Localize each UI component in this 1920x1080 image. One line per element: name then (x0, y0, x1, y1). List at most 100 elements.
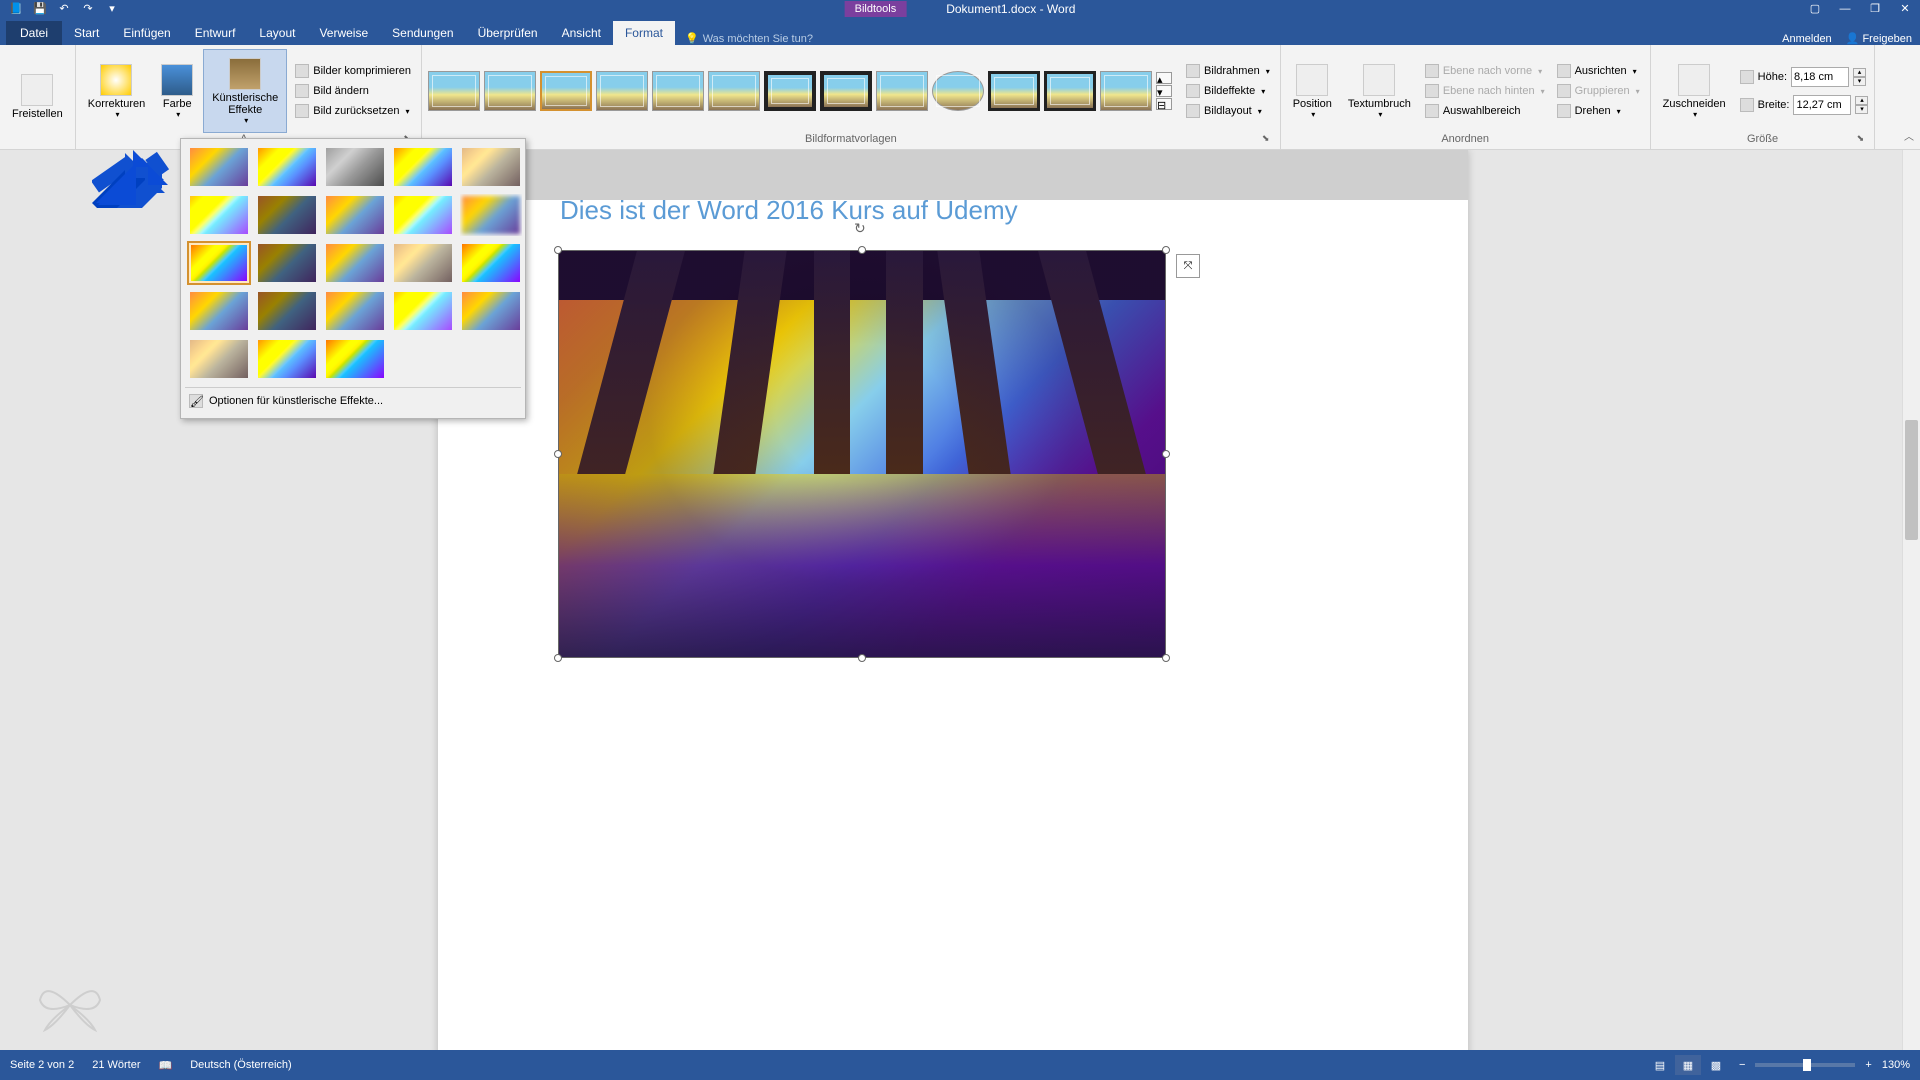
auswahlbereich-button[interactable]: Auswahlbereich (1421, 102, 1549, 120)
picture-styles-gallery[interactable]: ▴▾⊟ (428, 49, 1172, 133)
word-count[interactable]: 21 Wörter (92, 1059, 140, 1072)
tab-ueberpruefen[interactable]: Überprüfen (466, 21, 550, 45)
ribbon-display-options[interactable]: ▢ (1800, 0, 1830, 17)
ausrichten-button[interactable]: Ausrichten▾ (1553, 62, 1644, 80)
style-thumb-4[interactable] (596, 71, 648, 111)
resize-handle-bl[interactable] (554, 654, 562, 662)
word-icon[interactable]: 📘 (8, 1, 24, 17)
tab-file[interactable]: Datei (6, 21, 62, 45)
effect-photocopy[interactable] (255, 337, 319, 381)
scrollbar-thumb[interactable] (1905, 420, 1918, 540)
effect-line-drawing[interactable] (459, 145, 523, 189)
style-thumb-10[interactable] (932, 71, 984, 111)
height-spinner-down[interactable]: ▾ (1853, 77, 1866, 86)
zoom-in-button[interactable]: + (1865, 1059, 1871, 1071)
effect-pencil-sketch[interactable] (391, 145, 455, 189)
effect-paint-strokes[interactable] (255, 193, 319, 237)
effect-film-grain[interactable] (323, 241, 387, 285)
close-button[interactable]: ✕ (1890, 0, 1920, 17)
dialog-launcher-icon[interactable]: ⬊ (1854, 133, 1866, 145)
zuschneiden-button[interactable]: Zuschneiden ▾ (1657, 49, 1732, 133)
resize-handle-tl[interactable] (554, 246, 562, 254)
bildlayout-button[interactable]: Bildlayout▾ (1182, 102, 1274, 120)
dialog-launcher-icon[interactable]: ⬊ (1260, 133, 1272, 145)
bild-aendern-button[interactable]: Bild ändern (291, 82, 415, 100)
gallery-more-button[interactable]: ▴▾⊟ (1156, 72, 1172, 110)
tab-entwurf[interactable]: Entwurf (183, 21, 248, 45)
style-thumb-3[interactable] (540, 71, 592, 111)
maximize-button[interactable]: ❐ (1860, 0, 1890, 17)
selected-image[interactable] (558, 250, 1166, 658)
farbe-button[interactable]: Farbe ▾ (155, 49, 199, 133)
resize-handle-b[interactable] (858, 654, 866, 662)
style-thumb-2[interactable] (484, 71, 536, 111)
layout-options-button[interactable]: ⤧ (1176, 254, 1200, 278)
effect-mosaic[interactable] (391, 241, 455, 285)
resize-handle-br[interactable] (1162, 654, 1170, 662)
bildeffekte-button[interactable]: Bildeffekte▾ (1182, 82, 1274, 100)
redo-button[interactable]: ↷ (80, 1, 96, 17)
effect-glow-edges[interactable] (323, 337, 387, 381)
rotate-handle[interactable] (854, 220, 870, 236)
zoom-slider-thumb[interactable] (1803, 1059, 1811, 1071)
effect-pencil-gray[interactable] (323, 145, 387, 189)
korrekturen-button[interactable]: Korrekturen ▾ (82, 49, 151, 133)
bilder-komprimieren-button[interactable]: Bilder komprimieren (291, 62, 415, 80)
tab-start[interactable]: Start (62, 21, 111, 45)
web-layout-button[interactable]: ▩ (1703, 1055, 1729, 1075)
style-thumb-5[interactable] (652, 71, 704, 111)
zoom-out-button[interactable]: − (1739, 1059, 1745, 1071)
position-button[interactable]: Position ▾ (1287, 49, 1338, 133)
resize-handle-l[interactable] (554, 450, 562, 458)
style-thumb-8[interactable] (820, 71, 872, 111)
effect-marker[interactable] (255, 145, 319, 189)
width-input[interactable] (1793, 95, 1851, 115)
resize-handle-tr[interactable] (1162, 246, 1170, 254)
share-button[interactable]: 👤 Freigeben (1846, 32, 1912, 45)
spellcheck-icon[interactable]: 📖 (159, 1059, 173, 1072)
print-layout-button[interactable]: ▦ (1675, 1055, 1701, 1075)
effect-cement[interactable] (187, 289, 251, 333)
bild-zuruecksetzen-button[interactable]: Bild zurücksetzen▾ (291, 102, 415, 120)
effect-none[interactable] (187, 145, 251, 189)
tab-einfuegen[interactable]: Einfügen (111, 21, 182, 45)
bildrahmen-button[interactable]: Bildrahmen▾ (1182, 62, 1274, 80)
effect-paint-brush[interactable] (323, 193, 387, 237)
qat-customize[interactable]: ▾ (104, 1, 120, 17)
effect-cutout[interactable] (187, 337, 251, 381)
effect-blur[interactable] (459, 193, 523, 237)
undo-button[interactable]: ↶ (56, 1, 72, 17)
effect-crisscross[interactable] (323, 289, 387, 333)
effect-glass[interactable] (459, 241, 523, 285)
tab-sendungen[interactable]: Sendungen (380, 21, 465, 45)
resize-handle-r[interactable] (1162, 450, 1170, 458)
width-spinner-up[interactable]: ▴ (1855, 96, 1868, 105)
style-thumb-11[interactable] (988, 71, 1040, 111)
tab-layout[interactable]: Layout (247, 21, 307, 45)
save-button[interactable]: 💾 (32, 1, 48, 17)
drehen-button[interactable]: Drehen▾ (1553, 102, 1644, 120)
effect-pastels[interactable] (391, 289, 455, 333)
zoom-level[interactable]: 130% (1882, 1059, 1910, 1071)
width-spinner-down[interactable]: ▾ (1855, 105, 1868, 114)
page-indicator[interactable]: Seite 2 von 2 (10, 1059, 74, 1072)
collapse-ribbon-button[interactable]: ︿ (1904, 128, 1914, 143)
height-spinner-up[interactable]: ▴ (1853, 68, 1866, 77)
artistic-effects-options[interactable]: 🖌 Optionen für künstlerische Effekte... (185, 387, 521, 414)
read-mode-button[interactable]: ▤ (1647, 1055, 1673, 1075)
document-heading[interactable]: Dies ist der Word 2016 Kurs auf Udemy (560, 195, 1018, 226)
effect-texturizer[interactable] (255, 289, 319, 333)
style-thumb-7[interactable] (764, 71, 816, 111)
effect-light-screen[interactable] (187, 241, 251, 285)
style-thumb-12[interactable] (1044, 71, 1096, 111)
freistellen-button[interactable]: Freistellen (6, 49, 69, 145)
kuenstlerische-effekte-button[interactable]: Künstlerische Effekte ▾ (203, 49, 287, 133)
selected-image-container[interactable]: ⤧ (558, 250, 1166, 658)
language-indicator[interactable]: Deutsch (Österreich) (190, 1059, 291, 1072)
height-input[interactable] (1791, 67, 1849, 87)
style-thumb-6[interactable] (708, 71, 760, 111)
tell-me-search[interactable]: 💡 Was möchten Sie tun? (685, 32, 813, 45)
effect-plastic-wrap[interactable] (459, 289, 523, 333)
effect-glow-diffused[interactable] (391, 193, 455, 237)
effect-watercolor[interactable] (255, 241, 319, 285)
